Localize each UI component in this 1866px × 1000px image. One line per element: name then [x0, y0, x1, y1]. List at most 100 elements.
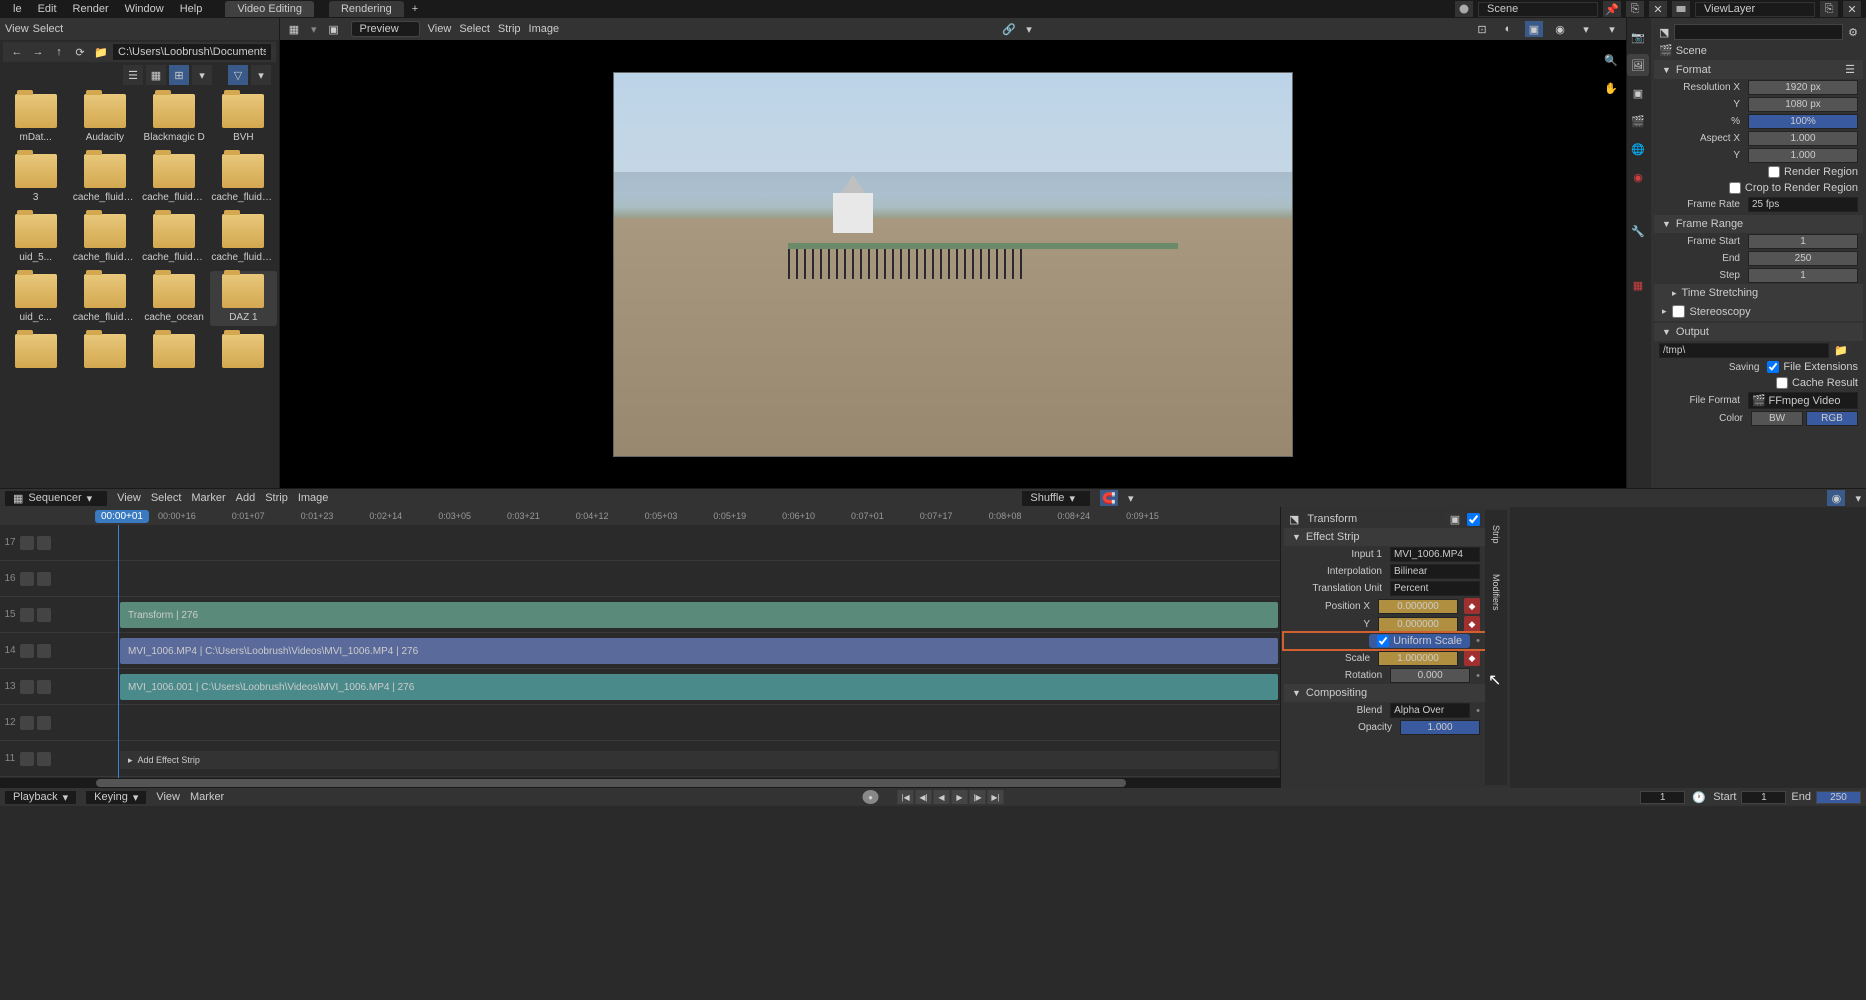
track-mute-icon[interactable]	[20, 680, 34, 694]
folder-item[interactable]	[71, 331, 138, 371]
overlay-toggle-icon[interactable]: ◉	[1827, 490, 1845, 506]
output-section-header[interactable]: ▼Output	[1654, 323, 1863, 341]
track-mute-icon[interactable]	[20, 608, 34, 622]
tab-add-button[interactable]: +	[404, 1, 426, 17]
timeline-scrollbar[interactable]	[0, 778, 1280, 788]
output-path[interactable]: /tmp\	[1659, 343, 1829, 358]
folder-item[interactable]	[210, 331, 277, 371]
browse-folder-icon[interactable]: 📁	[1832, 342, 1850, 358]
modifiers-tab[interactable]: Modifiers	[1491, 574, 1501, 611]
folder-item-selected[interactable]: DAZ 1	[210, 271, 277, 326]
track-lock-icon[interactable]	[37, 572, 51, 586]
bottom-view-menu[interactable]: View	[156, 791, 180, 803]
corner-icon[interactable]: ⬔	[1659, 26, 1669, 39]
track-lock-icon[interactable]	[37, 644, 51, 658]
viewlayer-name-input[interactable]	[1695, 2, 1815, 17]
render-region-check[interactable]	[1768, 166, 1780, 178]
scene-name-input[interactable]	[1478, 2, 1598, 17]
auto-key-button[interactable]: ●	[863, 790, 879, 804]
view-thumb-icon[interactable]: ⊞	[169, 65, 189, 85]
interp-value[interactable]: Bilinear	[1390, 564, 1480, 579]
compositing-header[interactable]: ▼Compositing	[1284, 684, 1485, 702]
aspect-y-value[interactable]: 1.000	[1748, 148, 1858, 163]
timeline-tracks[interactable]: 17 16 15 Transform | 276 14 MVI_1006.MP4…	[0, 525, 1280, 778]
transunit-value[interactable]: Percent	[1390, 581, 1480, 596]
folder-item[interactable]: mDat...	[2, 91, 69, 146]
folder-item[interactable]: cache_fluid_4...	[141, 151, 208, 206]
crop-region-check[interactable]	[1729, 182, 1741, 194]
sequencer-type-dropdown[interactable]: ▦ Sequencer ▾	[5, 491, 107, 506]
tab-world-icon[interactable]: 🌐	[1627, 138, 1649, 160]
input1-value[interactable]: MVI_1006.MP4	[1390, 547, 1480, 562]
tab-video-editing[interactable]: Video Editing	[225, 1, 314, 17]
track-mute-icon[interactable]	[20, 716, 34, 730]
folder-item[interactable]: uid_c...	[2, 271, 69, 326]
folder-item[interactable]: Audacity	[71, 91, 138, 146]
gizmo-icon[interactable]: ⊡	[1473, 21, 1491, 37]
format-section-header[interactable]: ▼Format☰	[1654, 60, 1863, 79]
channels-icon[interactable]: ▾	[1577, 21, 1595, 37]
framestep-value[interactable]: 1	[1748, 268, 1858, 283]
track-lock-icon[interactable]	[37, 608, 51, 622]
nav-back-icon[interactable]: ←	[8, 44, 26, 60]
menu-render[interactable]: Render	[65, 1, 117, 17]
stereoscopy-check[interactable]	[1672, 305, 1685, 318]
preview-viewport[interactable]: 🔍 ✋	[280, 40, 1626, 488]
bottom-marker-menu[interactable]: Marker	[190, 791, 224, 803]
preview-mode-icon[interactable]: ▣	[325, 21, 343, 37]
tab-scene-icon[interactable]: 🎬	[1627, 110, 1649, 132]
start-frame-input[interactable]	[1741, 791, 1786, 804]
track-mute-icon[interactable]	[20, 644, 34, 658]
nav-folder-icon[interactable]: 📁	[92, 44, 110, 60]
posx-value[interactable]: 0.000000	[1378, 599, 1458, 614]
viewlayer-icon[interactable]	[1672, 1, 1690, 17]
preview-type-dropdown[interactable]: Preview	[351, 21, 420, 37]
rgb-button[interactable]: RGB	[1806, 411, 1858, 426]
color-icon[interactable]: ◉	[1551, 21, 1569, 37]
preview-select-menu[interactable]: Select	[459, 23, 490, 35]
fb-select-menu[interactable]: Select	[33, 23, 64, 35]
pct-value[interactable]: 100%	[1748, 114, 1858, 129]
pan-icon[interactable]: ✋	[1601, 78, 1621, 98]
current-frame-input[interactable]	[1640, 791, 1685, 804]
folder-item[interactable]: cache_fluid_3...	[71, 151, 138, 206]
editor-type-icon[interactable]: ▦	[285, 21, 303, 37]
menu-file[interactable]: le	[5, 1, 30, 17]
rotation-value[interactable]: 0.000	[1390, 668, 1470, 683]
fileext-check[interactable]	[1767, 361, 1779, 373]
folder-item[interactable]: Blackmagic D	[141, 91, 208, 146]
transform-strip[interactable]: Transform | 276	[120, 602, 1278, 628]
preview-strip-menu[interactable]: Strip	[498, 23, 521, 35]
bw-button[interactable]: BW	[1751, 411, 1803, 426]
aspect-x-value[interactable]: 1.000	[1748, 131, 1858, 146]
menu-window[interactable]: Window	[117, 1, 172, 17]
posy-value[interactable]: 0.000000	[1378, 617, 1458, 632]
search-input[interactable]	[1674, 24, 1843, 40]
playhead[interactable]	[118, 525, 119, 778]
add-effect-strip[interactable]: Add Effect Strip	[120, 751, 1278, 769]
tab-render-icon[interactable]: 📷	[1627, 26, 1649, 48]
menu-help[interactable]: Help	[172, 1, 211, 17]
track-lock-icon[interactable]	[37, 680, 51, 694]
delete-icon[interactable]: ✕	[1649, 1, 1667, 17]
folder-item[interactable]: cache_ocean	[141, 271, 208, 326]
pin-icon[interactable]: 📌	[1603, 1, 1621, 17]
audio-strip[interactable]: MVI_1006.001 | C:\Users\Loobrush\Videos\…	[120, 674, 1278, 700]
play-reverse-button[interactable]: ◀	[934, 790, 950, 804]
uniform-scale-check[interactable]	[1377, 635, 1389, 647]
seq-marker-menu[interactable]: Marker	[191, 492, 225, 504]
timestretch-header[interactable]: ▸Time Stretching	[1654, 284, 1863, 302]
track-lock-icon[interactable]	[37, 536, 51, 550]
preview-view-menu[interactable]: View	[428, 23, 452, 35]
copy-icon[interactable]: ⎘	[1626, 1, 1644, 17]
clock-icon[interactable]: 🕐	[1690, 789, 1708, 805]
track-mute-icon[interactable]	[20, 752, 34, 766]
track-lock-icon[interactable]	[37, 716, 51, 730]
overlap-dropdown[interactable]: Shuffle ▾	[1022, 491, 1090, 506]
fb-view-menu[interactable]: View	[5, 23, 29, 35]
strip-type-icon[interactable]: ▣	[1446, 511, 1464, 527]
seq-image-menu[interactable]: Image	[298, 492, 329, 504]
folder-item[interactable]: cache_fluid_5...	[210, 151, 277, 206]
tab-rendering[interactable]: Rendering	[329, 1, 404, 17]
filter-dropdown-icon[interactable]: ▾	[251, 65, 271, 85]
